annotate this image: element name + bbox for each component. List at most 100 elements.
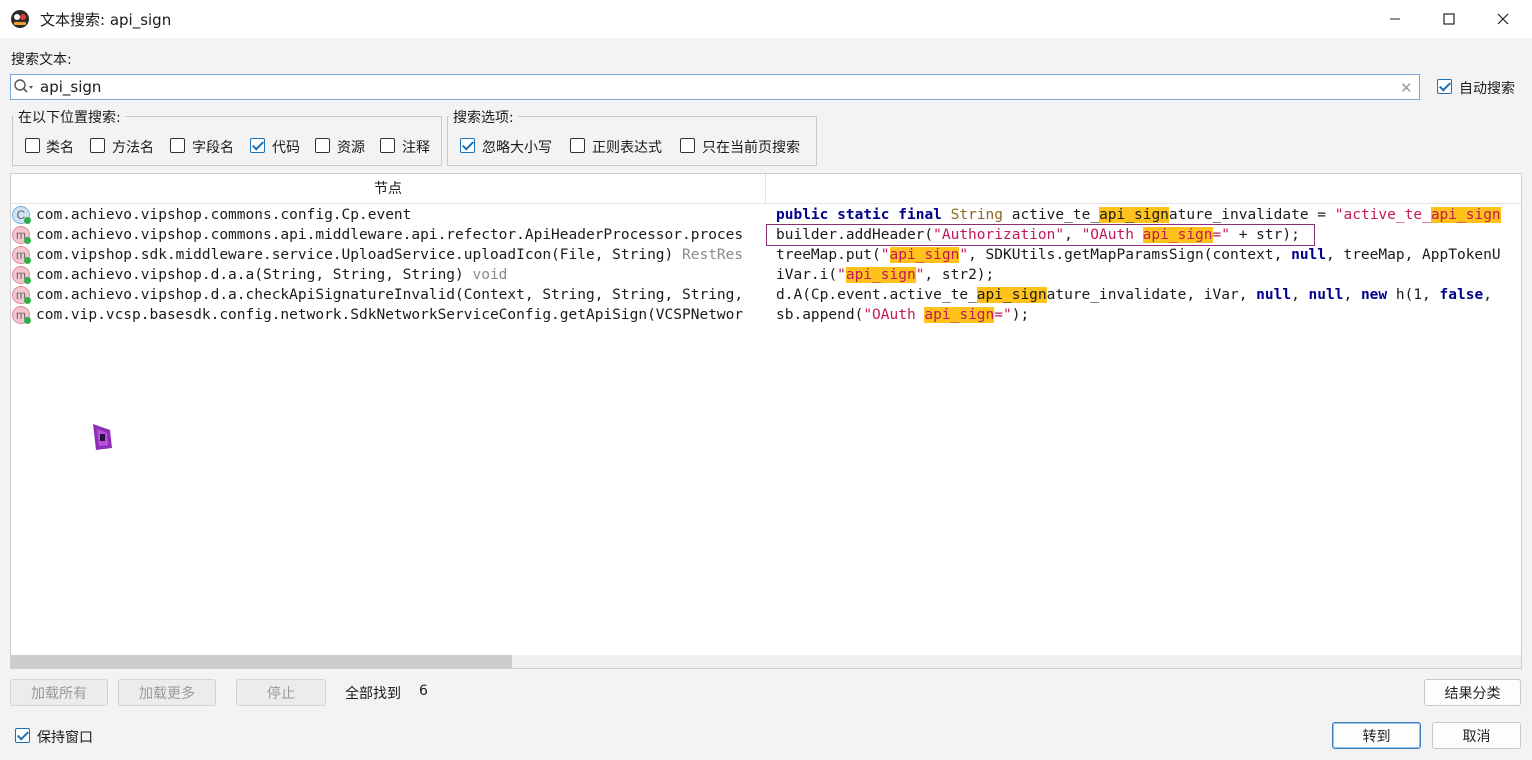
code-token: active_te_ <box>1003 207 1100 223</box>
close-icon <box>1497 13 1509 25</box>
goto-button[interactable]: 转到 <box>1332 722 1421 749</box>
cancel-button[interactable]: 取消 <box>1432 722 1521 749</box>
title-bar <box>0 0 1532 38</box>
result-code-line[interactable]: public static final String active_te_ api… <box>776 205 1522 225</box>
public-dot-icon <box>24 297 31 304</box>
code-token: public <box>776 207 829 223</box>
code-token: , <box>1343 287 1361 303</box>
result-return-type: void <box>463 267 508 283</box>
class-name-checkbox[interactable] <box>25 138 40 153</box>
public-dot-icon <box>24 217 31 224</box>
code-token: treeMap.put( <box>776 247 881 263</box>
code-token: " <box>915 267 925 283</box>
field-name-label: 字段名 <box>192 140 234 156</box>
result-row[interactable]: m com.vip.vcsp.basesdk.config.network.Sdk… <box>12 305 764 325</box>
code-token: null <box>1256 287 1292 303</box>
resource-checkbox[interactable] <box>315 138 330 153</box>
method-icon: m <box>12 306 31 324</box>
search-input[interactable] <box>10 74 1420 100</box>
keep-window-label: 保持窗口 <box>37 730 93 746</box>
code-token: iVar.i( <box>776 267 838 283</box>
code-token: static <box>837 207 890 223</box>
code-token: h(1, <box>1387 287 1440 303</box>
code-token: new <box>1360 287 1388 303</box>
window-title: 文本搜索: api_sign <box>40 11 172 29</box>
result-code-line[interactable]: treeMap.put(" api_sign ", SDKUtils.getMapP… <box>776 245 1522 265</box>
code-column-header[interactable] <box>766 174 1521 204</box>
search-icon[interactable] <box>13 78 35 96</box>
auto-search-checkbox[interactable] <box>1437 79 1452 94</box>
maximize-button[interactable] <box>1422 0 1476 38</box>
minimize-button[interactable] <box>1368 0 1422 38</box>
code-token: null <box>1291 247 1327 263</box>
result-row[interactable]: m com.achievo.vipshop.commons.api.middlew… <box>12 225 764 245</box>
code-token: ature_invalidate = <box>1168 207 1335 223</box>
method-icon: m <box>12 266 31 284</box>
code-token: d.A(Cp.event.active_te_ <box>776 287 977 303</box>
result-node-text: com.vipshop.sdk.middleware.service.Uploa… <box>36 247 674 263</box>
result-row[interactable]: Ccom.achievo.vipshop.commons.config.Cp.e… <box>12 205 764 225</box>
code-token: String <box>950 207 1004 223</box>
match-highlight: api_sign <box>976 287 1047 303</box>
regex-checkbox[interactable] <box>570 138 585 153</box>
result-code-line[interactable]: sb.append("OAuth api_sign ="); <box>776 305 1522 325</box>
code-checkbox[interactable] <box>250 138 265 153</box>
ignore-case-label: 忽略大小写 <box>482 140 552 156</box>
current-page-checkbox[interactable] <box>680 138 695 153</box>
code-token: "active_te_ <box>1334 207 1431 223</box>
method-name-checkbox[interactable] <box>90 138 105 153</box>
close-button[interactable] <box>1476 0 1530 38</box>
horizontal-scrollbar-thumb[interactable] <box>11 655 512 668</box>
load-more-button[interactable]: 加载更多 <box>118 679 216 706</box>
match-highlight: api_sign <box>1430 207 1501 223</box>
comment-checkbox[interactable] <box>380 138 395 153</box>
result-node-text: com.achievo.vipshop.commons.config.Cp.ev… <box>36 207 412 223</box>
search-input-value: api_sign <box>40 78 102 96</box>
regex-label: 正则表达式 <box>592 140 662 156</box>
code-token: , <box>1483 287 1492 303</box>
search-location-title: 在以下位置搜索: <box>14 107 125 127</box>
load-all-button[interactable]: 加载所有 <box>10 679 108 706</box>
result-code-line[interactable]: d.A(Cp.event.active_te_ api_sign ature_inv… <box>776 285 1522 305</box>
code-token: " <box>959 247 969 263</box>
result-node-text: com.achievo.vipshop.d.a.a(String, String… <box>36 267 464 283</box>
result-row[interactable]: m com.achievo.vipshop.d.a.checkApiSignatu… <box>12 285 764 305</box>
match-highlight: api_sign <box>845 267 916 283</box>
code-token: sb.append( <box>776 307 864 323</box>
found-text: 全部找到 <box>345 686 401 702</box>
resource-label: 资源 <box>337 140 365 156</box>
search-text-label: 搜索文本: <box>11 52 72 68</box>
code-token: , <box>1291 287 1309 303</box>
column-divider[interactable] <box>765 174 766 204</box>
result-return-type: RestRes <box>673 247 744 263</box>
code-token: , str2); <box>924 267 995 283</box>
ignore-case-checkbox[interactable] <box>460 138 475 153</box>
public-dot-icon <box>24 317 31 324</box>
node-column-header[interactable]: 节点 <box>11 174 765 204</box>
clear-icon[interactable]: ✕ <box>1400 79 1413 97</box>
public-dot-icon <box>24 277 31 284</box>
class-name-label: 类名 <box>46 140 74 156</box>
keep-window-checkbox[interactable] <box>15 728 30 743</box>
field-name-checkbox[interactable] <box>170 138 185 153</box>
result-code-line[interactable]: iVar.i(" api_sign ", str2); <box>776 265 1522 285</box>
auto-search-label: 自动搜索 <box>1459 81 1515 97</box>
result-row[interactable]: m com.achievo.vipshop.d.a.a(String, Strin… <box>12 265 764 285</box>
result-row[interactable]: m com.vipshop.sdk.middleware.service.Uplo… <box>12 245 764 265</box>
jadx-app-icon <box>11 10 29 28</box>
code-token: ); <box>1011 307 1030 323</box>
match-highlight: api_sign <box>1099 207 1169 223</box>
minimize-icon <box>1390 18 1400 20</box>
classify-results-button[interactable]: 结果分类 <box>1424 679 1521 706</box>
method-icon: m <box>12 246 31 264</box>
current-page-label: 只在当前页搜索 <box>702 140 800 156</box>
code-token: , treeMap, AppTokenU <box>1326 247 1501 263</box>
stop-button[interactable]: 停止 <box>236 679 326 706</box>
code-token: " <box>837 267 846 283</box>
selected-row-outline <box>766 224 1315 246</box>
code-token: ature_invalidate, iVar, <box>1046 287 1257 303</box>
match-highlight: api_sign <box>889 247 960 263</box>
public-dot-icon <box>24 257 31 264</box>
